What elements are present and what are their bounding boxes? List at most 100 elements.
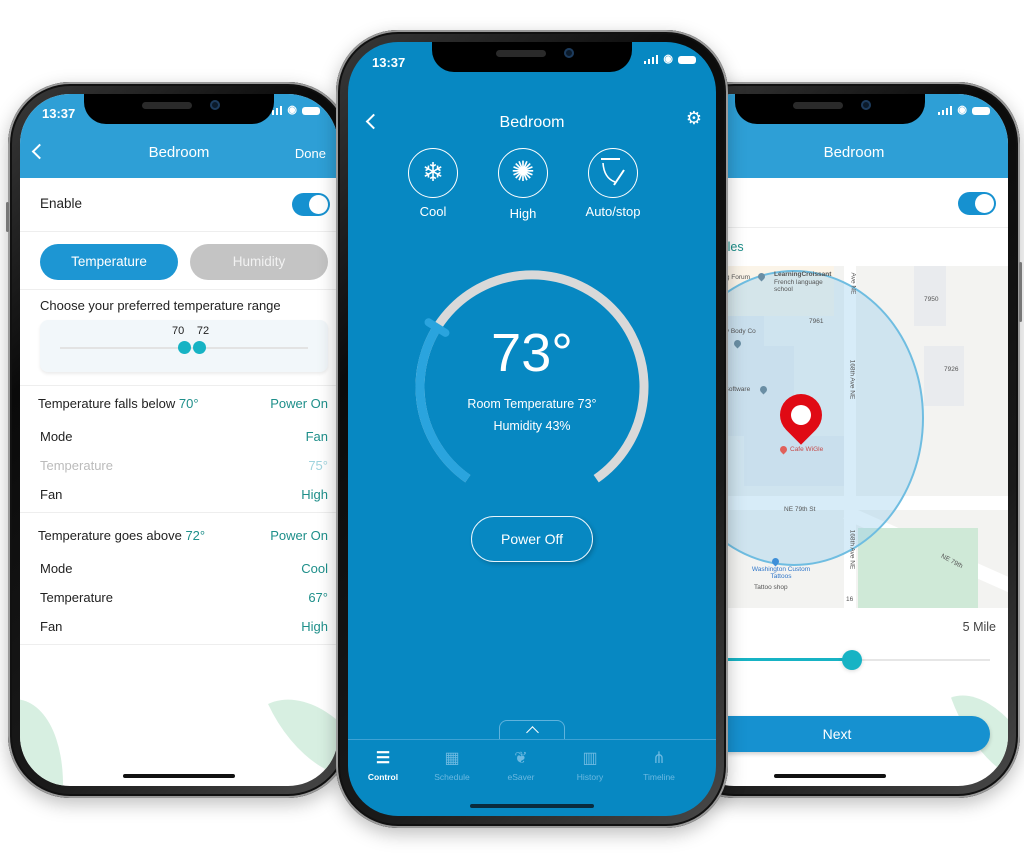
home-indicator [470, 804, 594, 808]
setting-row[interactable]: Mode Fan [20, 422, 338, 451]
map-label: 16 [846, 596, 854, 603]
mode-label: Auto/stop [585, 204, 641, 219]
bottom-tab-bar: ☰ Control ▦ Schedule ❦ eSaver ▥ History … [348, 739, 716, 799]
setting-row: Temperature 75° [20, 451, 338, 480]
mode-label: Cool [419, 204, 447, 219]
setting-value: 75° [308, 458, 328, 473]
condition-label: Temperature falls below [38, 396, 179, 411]
leaf-decoration [20, 699, 80, 786]
setting-value: High [301, 619, 328, 634]
humidity-reading: Humidity 43% [493, 419, 571, 433]
tab-temperature[interactable]: Temperature [40, 244, 178, 280]
timeline-icon: ⋔ [652, 750, 666, 767]
slider-thumb[interactable] [842, 650, 863, 670]
range-high-thumb[interactable] [192, 341, 206, 354]
condition-above-header[interactable]: Temperature goes above 72° Power On [20, 518, 338, 552]
condition-action: Power On [270, 396, 328, 411]
range-slider-card: 70 72 [40, 320, 328, 372]
setting-key: Temperature [40, 458, 113, 473]
fan-icon: ✺ [498, 148, 548, 198]
done-button[interactable]: Done [295, 146, 326, 161]
range-low-thumb[interactable] [178, 341, 191, 354]
leaf-icon: ❦ [514, 750, 528, 767]
signal-icon [643, 55, 659, 64]
notch [84, 94, 274, 124]
sliders-icon: ☰ [375, 750, 391, 767]
center-phone-frame: 13:37 ◉ Bedroom ⚙ ❄ Cool ✺ High Auto/sto… [336, 30, 728, 828]
map-label: 7961 [809, 318, 824, 325]
wifi-icon: ◉ [957, 104, 967, 116]
enable-row: e [684, 178, 1008, 228]
map-label: 168th Ave NE [848, 529, 856, 570]
mode-button-cool[interactable]: ❄ Cool [388, 148, 478, 219]
distance-labels: s 5 Mile [684, 608, 1008, 648]
setting-value: 67° [308, 590, 328, 605]
tab-schedule[interactable]: ▦ Schedule [417, 748, 487, 782]
setting-key: Temperature [40, 590, 113, 605]
tab-humidity[interactable]: Humidity [190, 244, 328, 280]
setting-row[interactable]: Temperature 67° [20, 583, 338, 612]
map-label: Ave NE [849, 272, 857, 295]
status-time: 13:37 [372, 55, 406, 70]
setting-key: Fan [40, 487, 63, 502]
distance-slider[interactable] [684, 648, 990, 672]
wifi-icon: ◉ [663, 53, 673, 65]
condition-threshold: 72° [185, 528, 206, 543]
divider [20, 512, 338, 513]
setting-row[interactable]: Mode Cool [20, 554, 338, 583]
geofence-map[interactable]: Fathering Forum LearningCroissant French… [684, 266, 1008, 608]
distance-max-label: 5 Mile [962, 620, 996, 634]
tab-control[interactable]: ☰ Control [348, 748, 418, 782]
setpoint-temperature: 73° [491, 323, 573, 383]
battery-icon [302, 106, 320, 115]
mode-segmented-control: Temperature Humidity [20, 232, 338, 290]
range-label: Choose your preferred temperature range [40, 298, 281, 313]
enable-label: Enable [40, 196, 83, 211]
map-block [924, 346, 964, 406]
left-phone-frame: 13:37 ◉ Bedroom Done Enable Temperature … [6, 82, 350, 798]
mode-button-swing[interactable]: Auto/stop [568, 148, 658, 219]
temperature-range-section: Choose your preferred temperature range … [20, 290, 338, 386]
next-button[interactable]: Next [684, 716, 990, 752]
tab-label: Schedule [434, 772, 470, 782]
condition-below-header[interactable]: Temperature falls below 70° Power On [20, 386, 338, 420]
tab-timeline[interactable]: ⋔ Timeline [624, 748, 694, 782]
setting-row[interactable]: Fan High [20, 480, 338, 509]
page-title: Bedroom [823, 144, 885, 161]
enable-row: Enable [20, 178, 338, 232]
signal-icon [937, 106, 953, 115]
notch [734, 94, 925, 124]
tab-esaver[interactable]: ❦ eSaver [486, 748, 556, 782]
setting-value: Cool [301, 561, 328, 576]
tab-history[interactable]: ▥ History [555, 748, 625, 782]
map-label: NE 79th St [784, 506, 816, 513]
swing-icon [588, 148, 638, 198]
range-low-value: 70 [172, 325, 185, 337]
power-off-button[interactable]: Power Off [471, 516, 593, 562]
home-indicator [123, 774, 235, 778]
map-label: Tattoo shop [754, 584, 788, 591]
page-title: Bedroom [148, 144, 210, 161]
tab-label: Timeline [643, 772, 675, 782]
enable-toggle[interactable] [958, 192, 996, 215]
setting-key: Mode [40, 561, 73, 576]
map-label: French language school [774, 279, 823, 293]
status-time: 13:37 [42, 106, 76, 121]
battery-icon [678, 55, 696, 64]
expand-drawer-button[interactable] [499, 720, 565, 740]
setting-value: Fan [305, 429, 328, 444]
center-phone-screen: 13:37 ◉ Bedroom ⚙ ❄ Cool ✺ High Auto/sto… [348, 42, 716, 816]
map-label: Cafe WiGle [790, 446, 824, 453]
mode-label: High [509, 206, 537, 221]
condition-label: Temperature goes above [38, 528, 186, 543]
power-side-button [1019, 262, 1022, 322]
enable-toggle[interactable] [292, 193, 330, 216]
tab-label: eSaver [507, 772, 535, 782]
range-high-value: 72 [196, 325, 210, 337]
left-phone-screen: 13:37 ◉ Bedroom Done Enable Temperature … [20, 94, 338, 786]
map-label: 7926 [944, 366, 959, 373]
setting-row[interactable]: Fan High [20, 612, 338, 641]
mode-button-fan[interactable]: ✺ High [478, 148, 568, 221]
chevron-up-icon [526, 726, 539, 739]
bar-chart-icon: ▥ [582, 750, 598, 767]
